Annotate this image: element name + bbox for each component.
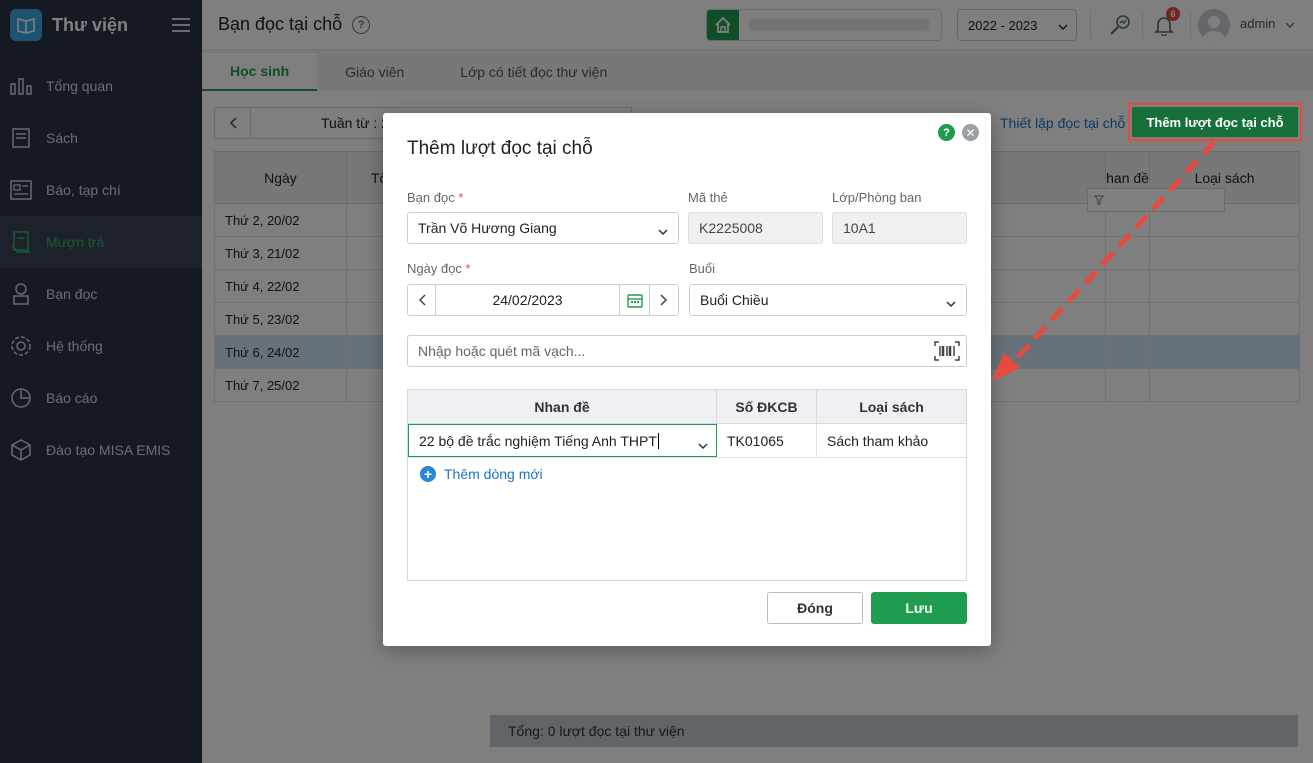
class-label: Lớp/Phòng ban: [832, 190, 922, 205]
close-button[interactable]: Đóng: [767, 592, 863, 624]
reader-label: Bạn đọc *: [407, 190, 464, 205]
card-number-value: K2225008: [699, 220, 763, 236]
class-value: 10A1: [843, 220, 876, 236]
barcode-scan-icon[interactable]: [934, 341, 960, 364]
book-type-cell: Sách tham khảo: [827, 432, 929, 449]
session-label: Buổi: [689, 261, 716, 276]
help-icon[interactable]: ?: [938, 124, 955, 141]
reader-label-text: Bạn đọc: [407, 190, 455, 205]
date-input[interactable]: 24/02/2023: [436, 285, 620, 315]
barcode-input[interactable]: Nhập hoặc quét mã vạch...: [407, 335, 967, 367]
close-icon[interactable]: ✕: [962, 124, 979, 141]
add-row-button[interactable]: + Thêm dòng mới: [420, 466, 543, 482]
books-grid: Nhan đề Số ĐKCB Loại sách 22 bộ đề trắc …: [407, 389, 967, 581]
book-title-value: 22 bộ đề trắc nghiệm Tiếng Anh THPT: [419, 432, 659, 449]
date-label: Ngày đọc *: [407, 261, 471, 276]
barcode-placeholder: Nhập hoặc quét mã vạch...: [418, 343, 586, 359]
session-select[interactable]: Buổi Chiều: [689, 284, 967, 316]
book-title-select[interactable]: 22 bộ đề trắc nghiệm Tiếng Anh THPT: [408, 424, 717, 457]
grid-header: Nhan đề Số ĐKCB Loại sách: [408, 390, 966, 424]
reader-select[interactable]: Trần Võ Hương Giang: [407, 212, 679, 244]
grid-header-code: Số ĐKCB: [717, 390, 817, 423]
grid-header-title: Nhan đề: [408, 390, 717, 423]
reading-date-picker: 24/02/2023: [407, 284, 679, 316]
card-label: Mã thẻ: [688, 190, 728, 205]
reader-value: Trần Võ Hương Giang: [418, 220, 557, 236]
save-button[interactable]: Lưu: [871, 592, 967, 624]
plus-icon: +: [420, 466, 436, 482]
add-reading-button-highlighted[interactable]: Thêm lượt đọc tại chỗ: [1132, 107, 1298, 137]
card-number-field: K2225008: [688, 212, 823, 244]
calendar-icon[interactable]: [620, 285, 650, 315]
add-reading-dialog: Thêm lượt đọc tại chỗ ? ✕ Bạn đọc * Trần…: [383, 113, 991, 646]
book-title-text: 22 bộ đề trắc nghiệm Tiếng Anh THPT: [419, 432, 657, 449]
chevron-down-icon: [946, 294, 956, 310]
add-row-label: Thêm dòng mới: [444, 466, 543, 482]
highlight-box-overlay: Thêm lượt đọc tại chỗ: [1128, 103, 1302, 141]
dialog-title: Thêm lượt đọc tại chỗ: [407, 138, 593, 159]
chevron-down-icon: [658, 222, 668, 238]
grid-header-type: Loại sách: [859, 398, 924, 415]
session-value: Buổi Chiều: [700, 292, 769, 308]
book-code-cell: TK01065: [717, 424, 817, 457]
chevron-down-icon: [698, 436, 708, 452]
next-date-button[interactable]: [650, 285, 678, 315]
prev-date-button[interactable]: [408, 285, 436, 315]
class-field: 10A1: [832, 212, 967, 244]
date-label-text: Ngày đọc: [407, 261, 462, 276]
table-row[interactable]: 22 bộ đề trắc nghiệm Tiếng Anh THPT TK01…: [408, 424, 966, 458]
